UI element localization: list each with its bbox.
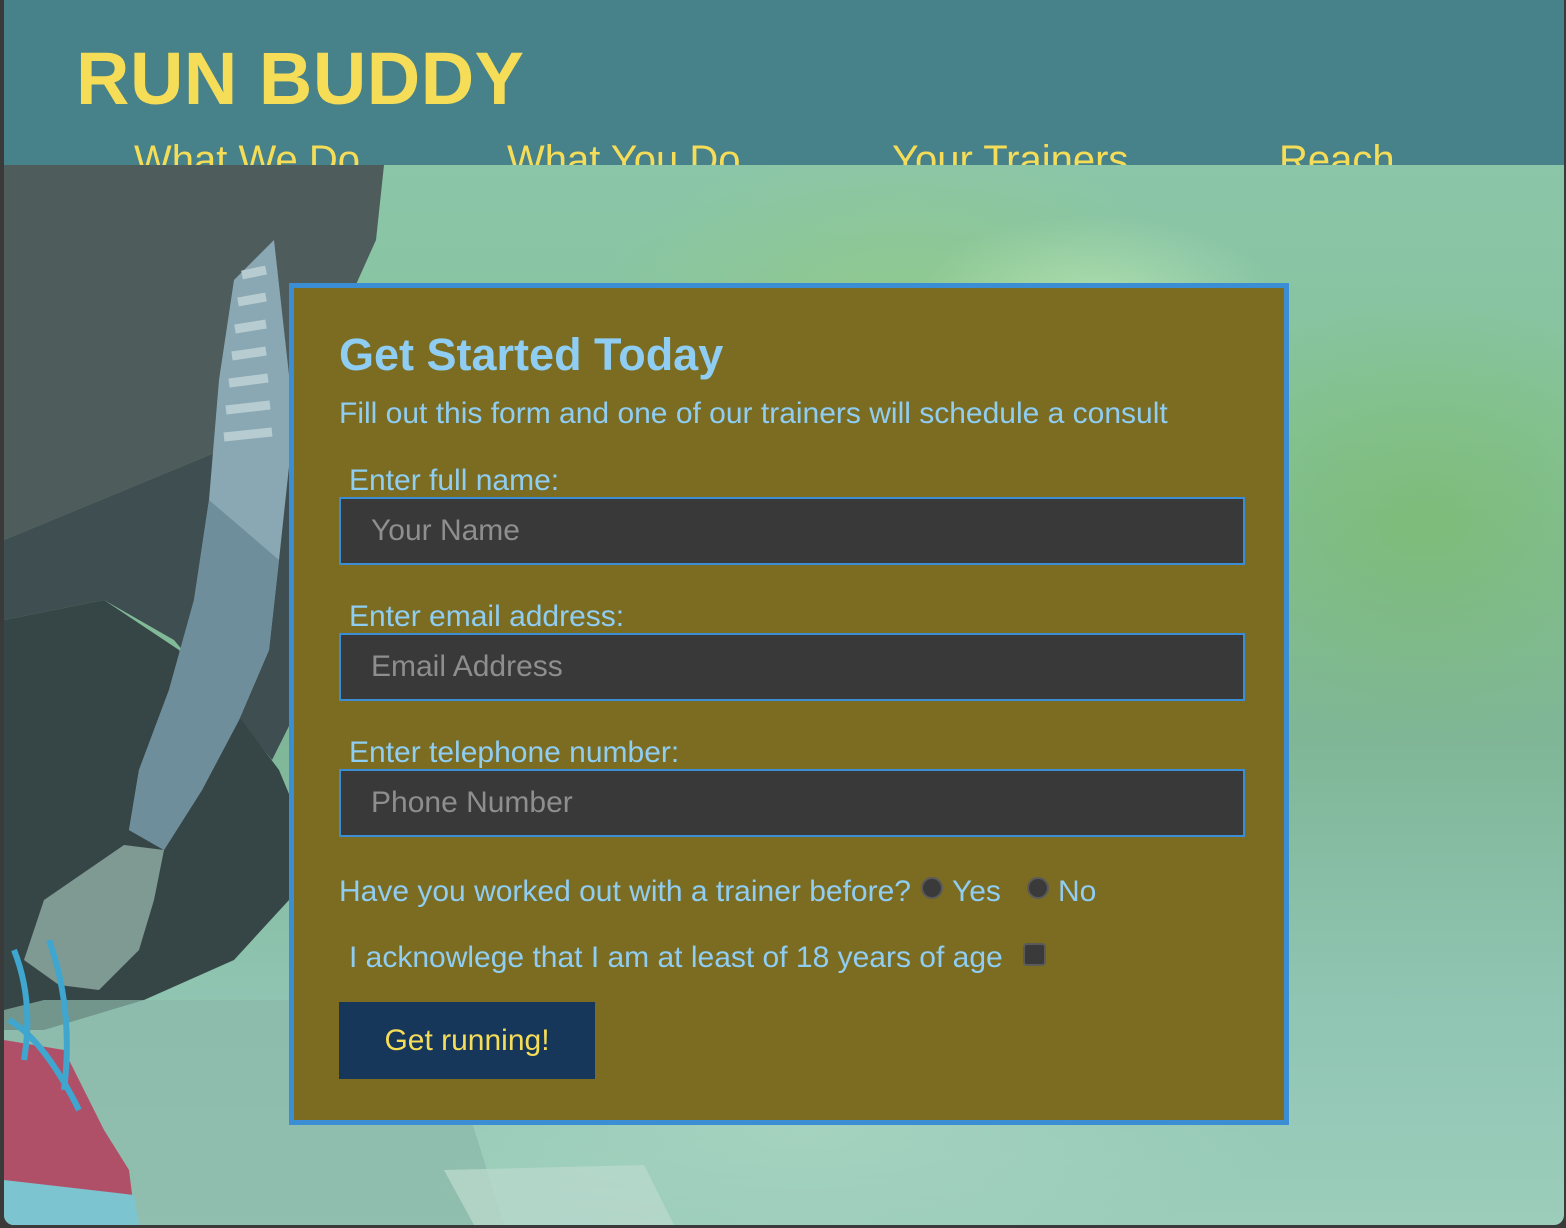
- nav-link-reach[interactable]: Reach: [1279, 140, 1395, 165]
- radio-yes[interactable]: [920, 877, 943, 899]
- site-header: RUN BUDDY What We Do What You Do Your Tr…: [4, 0, 1564, 165]
- email-label: Enter email address:: [349, 600, 625, 633]
- page-viewport: RUN BUDDY What We Do What You Do Your Tr…: [4, 0, 1564, 1225]
- phone-label: Enter telephone number:: [349, 736, 680, 769]
- phone-input[interactable]: [339, 769, 1245, 837]
- form-title: Get Started Today: [339, 329, 724, 380]
- age-ack-row: I acknowlege that I am at least of 18 ye…: [349, 940, 1046, 976]
- radio-no-label[interactable]: No: [1058, 875, 1096, 909]
- nav-link-what-you-do[interactable]: What You Do: [507, 140, 741, 165]
- nav-link-your-trainers[interactable]: Your Trainers: [892, 140, 1128, 165]
- age-ack-label: I acknowlege that I am at least of 18 ye…: [349, 941, 1003, 974]
- get-running-button[interactable]: Get running!: [339, 1002, 595, 1079]
- trainer-question-label: Have you worked out with a trainer befor…: [339, 875, 911, 908]
- site-logo[interactable]: RUN BUDDY: [76, 42, 525, 116]
- trainer-question-row: Have you worked out with a trainer befor…: [339, 874, 1112, 910]
- nav-link-what-we-do[interactable]: What We Do: [134, 140, 360, 165]
- full-name-input[interactable]: [339, 497, 1245, 565]
- radio-no[interactable]: [1026, 877, 1049, 899]
- age-ack-checkbox[interactable]: [1022, 942, 1046, 966]
- get-started-form: Get Started Today Fill out this form and…: [289, 283, 1289, 1125]
- full-name-label: Enter full name:: [349, 464, 560, 497]
- form-subtitle: Fill out this form and one of our traine…: [339, 397, 1168, 430]
- radio-yes-label[interactable]: Yes: [952, 875, 1001, 909]
- email-input[interactable]: [339, 633, 1245, 701]
